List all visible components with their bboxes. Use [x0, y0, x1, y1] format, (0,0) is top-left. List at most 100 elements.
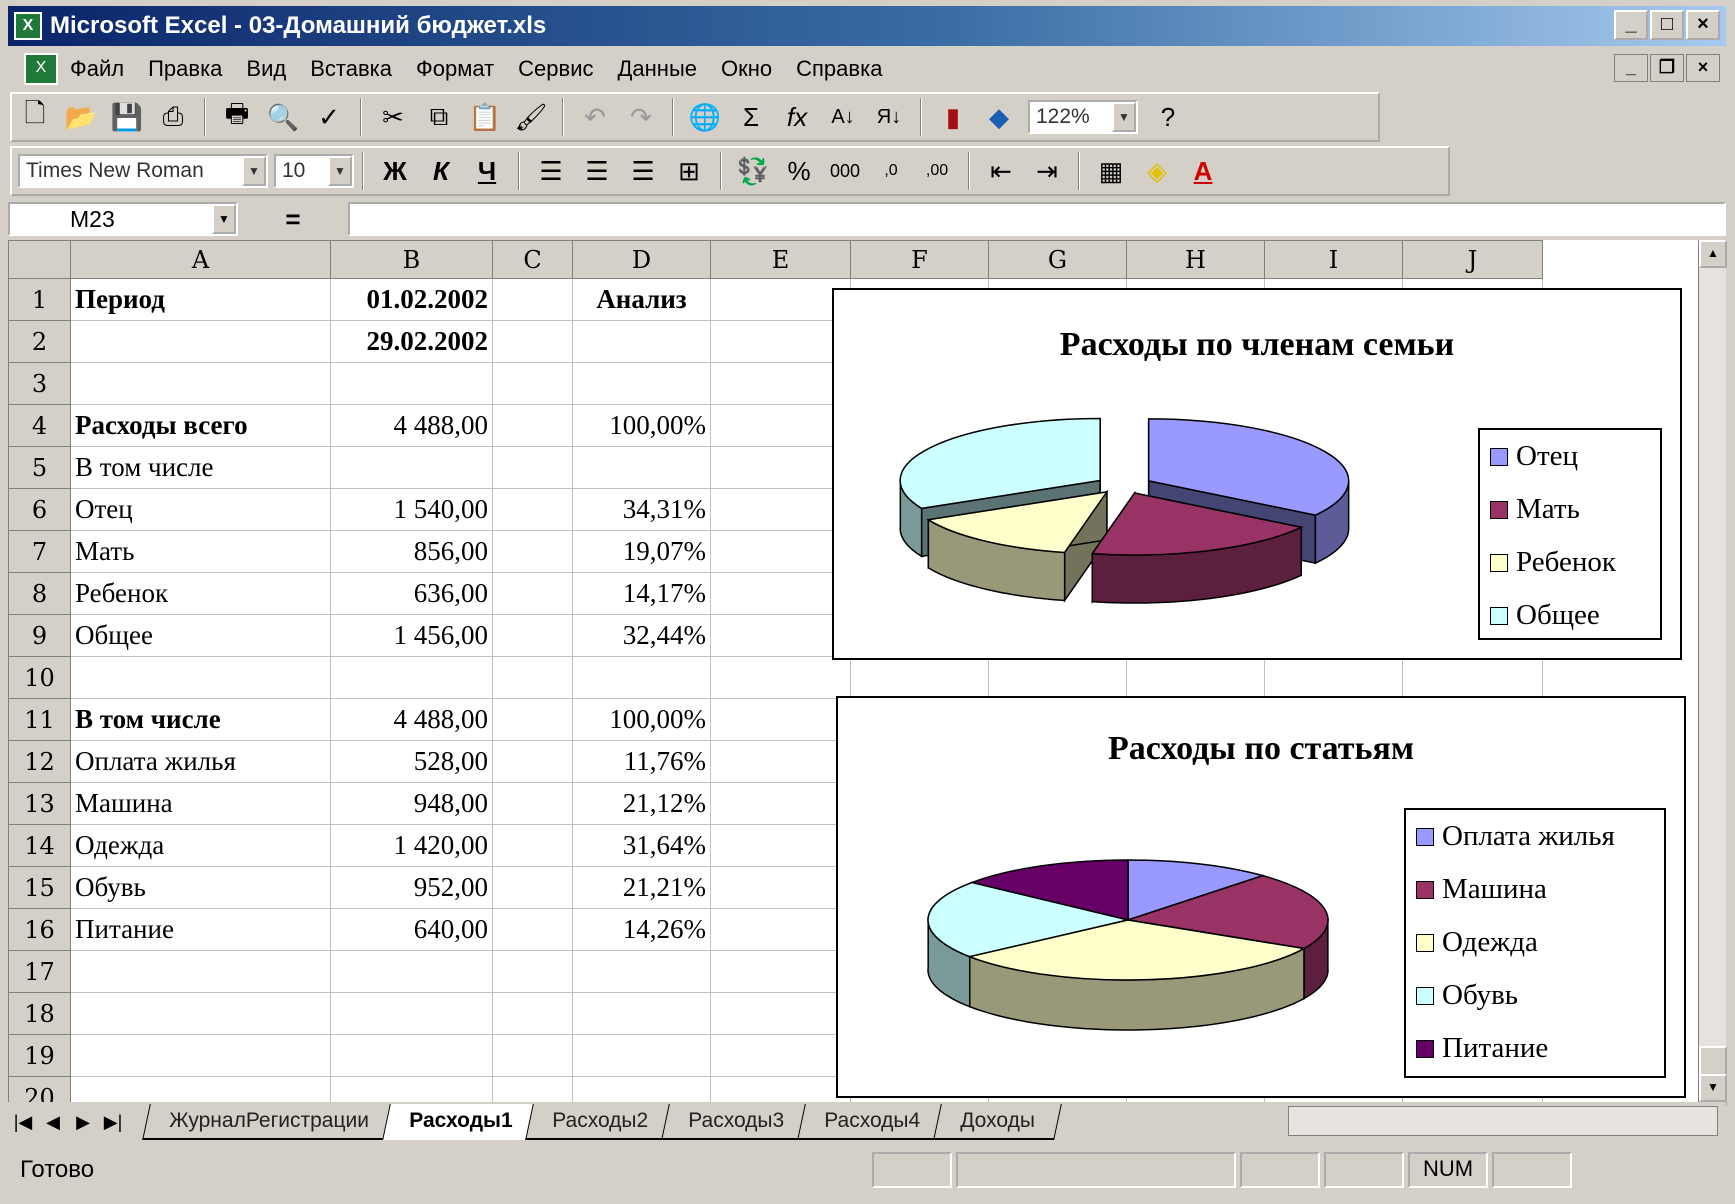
cell[interactable]	[850, 656, 989, 699]
cell-label[interactable]: Период	[70, 278, 331, 321]
font-color-icon[interactable]: A	[1183, 151, 1223, 191]
cell[interactable]	[710, 446, 851, 489]
cell[interactable]	[492, 362, 573, 405]
cell[interactable]	[710, 320, 851, 363]
row-header[interactable]: 19	[8, 1034, 71, 1077]
equals-button[interactable]: =	[238, 204, 348, 235]
row-header[interactable]: 16	[8, 908, 71, 951]
open-icon[interactable]: 📂	[61, 97, 101, 137]
cell-share[interactable]: 21,21%	[572, 866, 711, 909]
close-button[interactable]: ×	[1686, 10, 1720, 40]
decrease-indent-icon[interactable]: ⇤	[981, 151, 1021, 191]
minimize-button[interactable]: _	[1614, 10, 1648, 40]
cell[interactable]	[710, 656, 851, 699]
chevron-down-icon[interactable]: ▼	[242, 156, 266, 186]
cell[interactable]	[492, 446, 573, 489]
cell-share[interactable]	[572, 992, 711, 1035]
cell-amount[interactable]	[330, 1076, 493, 1102]
row-header[interactable]: 18	[8, 992, 71, 1035]
cell[interactable]	[1264, 656, 1403, 699]
cell-share[interactable]	[572, 950, 711, 993]
sheet-tab[interactable]: ЖурналРегистрации	[142, 1104, 396, 1140]
cell[interactable]	[492, 320, 573, 363]
row-header[interactable]: 17	[8, 950, 71, 993]
row-header[interactable]: 10	[8, 656, 71, 699]
thousands-icon[interactable]: 000	[825, 151, 865, 191]
cell-share[interactable]: 19,07%	[572, 530, 711, 573]
chart-wizard-icon[interactable]: ▮	[933, 97, 973, 137]
cell-amount[interactable]: 4 488,00	[330, 404, 493, 447]
sheet-tab[interactable]: Расходы3	[661, 1104, 812, 1140]
underline-icon[interactable]: Ч	[467, 151, 507, 191]
cell[interactable]	[710, 950, 851, 993]
row-header[interactable]: 8	[8, 572, 71, 615]
cell-share[interactable]: 21,12%	[572, 782, 711, 825]
cell[interactable]	[492, 1034, 573, 1077]
cell-amount[interactable]: 636,00	[330, 572, 493, 615]
row-header[interactable]: 15	[8, 866, 71, 909]
font-name-select[interactable]: Times New Roman ▼	[18, 154, 268, 188]
sheet-tab[interactable]: Доходы	[933, 1104, 1062, 1140]
sort-ascending-icon[interactable]: A↓	[823, 97, 863, 137]
cell-share[interactable]: Анализ	[572, 278, 711, 321]
cell[interactable]	[710, 488, 851, 531]
formula-input[interactable]	[348, 202, 1726, 236]
cell-share[interactable]: 100,00%	[572, 404, 711, 447]
cell[interactable]	[492, 278, 573, 321]
increase-decimal-icon[interactable]: ,0	[871, 151, 911, 191]
cell[interactable]	[710, 992, 851, 1035]
cell[interactable]	[710, 404, 851, 447]
next-sheet-icon[interactable]: ▶	[68, 1112, 98, 1133]
column-header[interactable]: D	[572, 240, 711, 279]
sort-descending-icon[interactable]: Я↓	[869, 97, 909, 137]
row-header[interactable]: 13	[8, 782, 71, 825]
menu-view[interactable]: Вид	[246, 56, 286, 82]
cell-label[interactable]	[70, 1076, 331, 1102]
column-header[interactable]: J	[1402, 240, 1543, 279]
excel-app-icon[interactable]: X	[14, 12, 42, 40]
format-painter-icon[interactable]: 🖌	[511, 97, 551, 137]
cell[interactable]	[492, 488, 573, 531]
fill-color-icon[interactable]: ◈	[1137, 151, 1177, 191]
cell-amount[interactable]	[330, 950, 493, 993]
column-header[interactable]: C	[492, 240, 573, 279]
cell-share[interactable]: 100,00%	[572, 698, 711, 741]
cell[interactable]	[492, 530, 573, 573]
column-header[interactable]: E	[710, 240, 851, 279]
menu-data[interactable]: Данные	[618, 56, 697, 82]
cell[interactable]	[492, 866, 573, 909]
cell-share[interactable]	[572, 320, 711, 363]
name-box[interactable]: M23 ▼	[8, 202, 238, 236]
row-header[interactable]: 11	[8, 698, 71, 741]
column-header[interactable]: H	[1126, 240, 1265, 279]
cell-label[interactable]: Одежда	[70, 824, 331, 867]
row-header[interactable]: 7	[8, 530, 71, 573]
undo-icon[interactable]: ↶	[575, 97, 615, 137]
row-header[interactable]: 5	[8, 446, 71, 489]
cell-label[interactable]: Машина	[70, 782, 331, 825]
chevron-down-icon[interactable]: ▼	[328, 156, 352, 186]
cell-label[interactable]: Расходы всего	[70, 404, 331, 447]
cell-share[interactable]	[572, 1076, 711, 1102]
cell-label[interactable]: Питание	[70, 908, 331, 951]
cell-label[interactable]: Оплата жилья	[70, 740, 331, 783]
decrease-decimal-icon[interactable]: ,00	[917, 151, 957, 191]
function-icon[interactable]: fx	[777, 97, 817, 137]
cell-label[interactable]: Общее	[70, 614, 331, 657]
menu-window[interactable]: Окно	[721, 56, 772, 82]
align-left-icon[interactable]: ☰	[531, 151, 571, 191]
bold-icon[interactable]: Ж	[375, 151, 415, 191]
help-icon[interactable]: ?	[1148, 97, 1188, 137]
row-header[interactable]: 2	[8, 320, 71, 363]
cell[interactable]	[1126, 656, 1265, 699]
cell-label[interactable]	[70, 1034, 331, 1077]
currency-icon[interactable]: 💱	[733, 151, 773, 191]
chevron-down-icon[interactable]: ▼	[1112, 102, 1136, 132]
row-header[interactable]: 14	[8, 824, 71, 867]
print-preview-icon[interactable]: 🔍	[263, 97, 303, 137]
cell-share[interactable]: 32,44%	[572, 614, 711, 657]
scroll-up-icon[interactable]: ▲	[1699, 240, 1727, 268]
cell[interactable]	[710, 1076, 851, 1102]
cell-amount[interactable]: 01.02.2002	[330, 278, 493, 321]
cell[interactable]	[710, 1034, 851, 1077]
